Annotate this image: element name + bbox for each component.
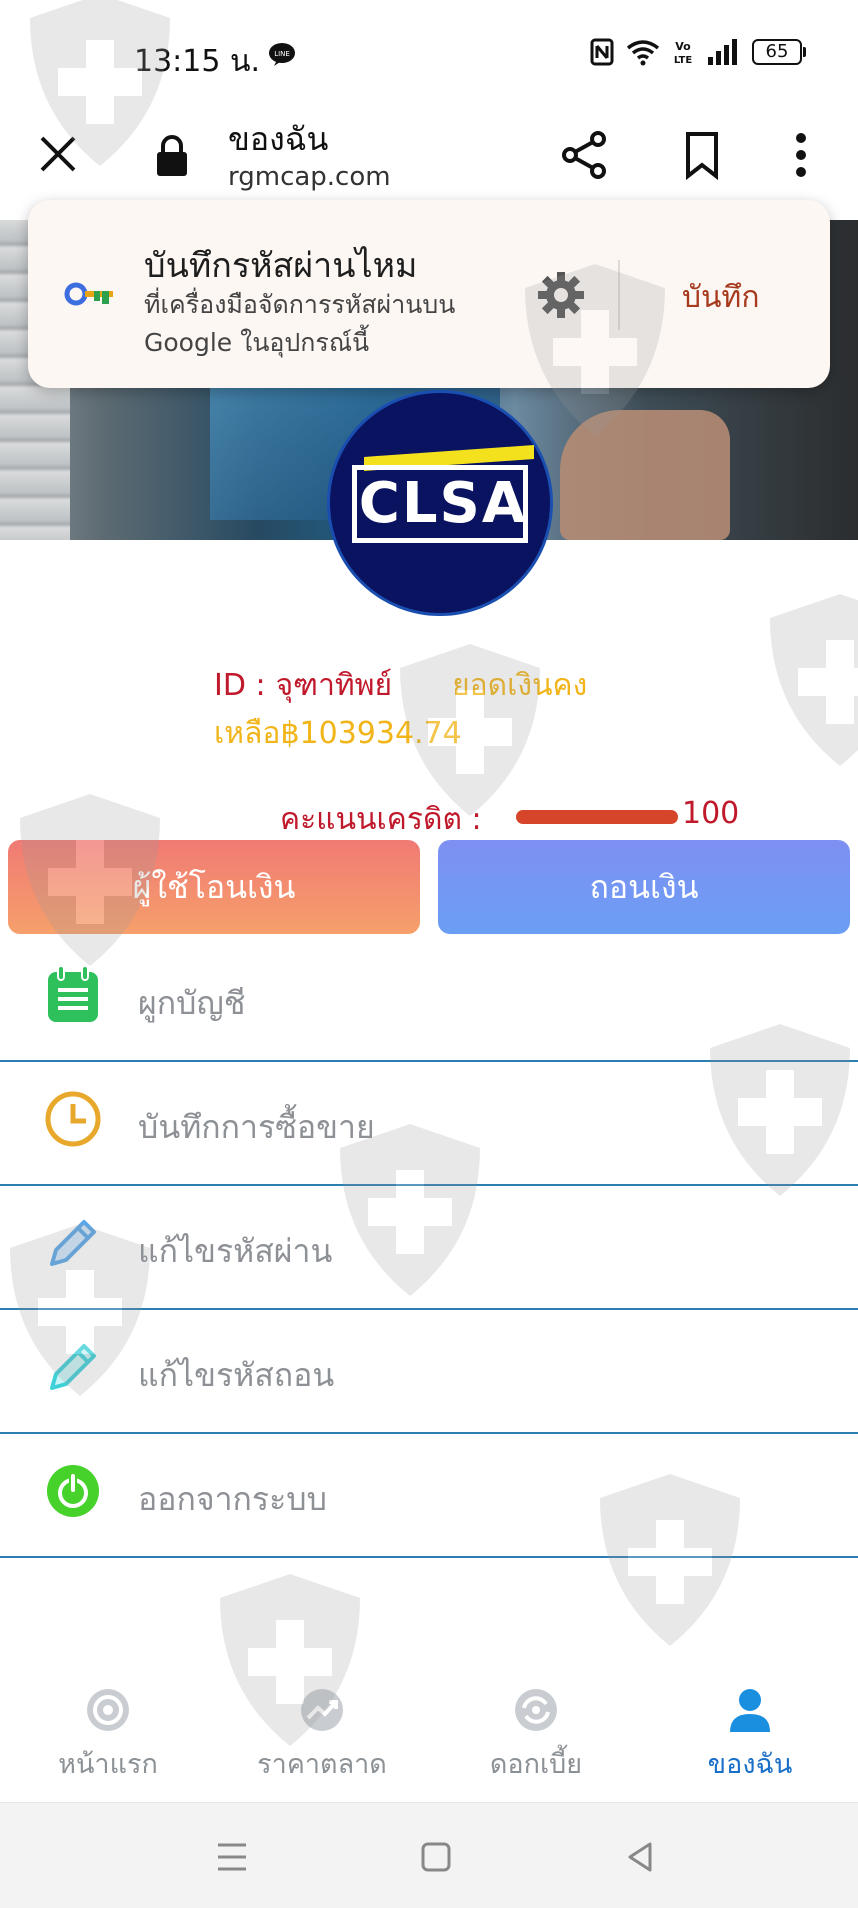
power-icon bbox=[47, 1465, 99, 1517]
logo-text: CLSA bbox=[358, 471, 528, 536]
menu-label: ออกจากระบบ bbox=[138, 1480, 327, 1518]
system-navigation-bar bbox=[0, 1802, 858, 1908]
line-app-icon: LINE bbox=[269, 43, 295, 66]
account-info: ID : จุฑาทิพย์ ยอดเงินคงเหลือ฿103934.74 bbox=[214, 662, 674, 758]
menu-label: ผูกบัญชี bbox=[138, 984, 246, 1022]
pencil-icon bbox=[50, 1344, 96, 1390]
save-password-description: ที่เครื่องมือจัดการรหัสผ่านบน Google ในอ… bbox=[144, 290, 456, 357]
gear-icon[interactable] bbox=[536, 270, 586, 320]
watermark-shield-icon bbox=[770, 594, 858, 766]
nfc-icon bbox=[590, 38, 614, 66]
page-url[interactable]: rgmcap.com bbox=[228, 162, 391, 192]
svg-text:LTE: LTE bbox=[674, 55, 693, 66]
clipboard-icon bbox=[48, 966, 98, 1022]
prompt-divider bbox=[618, 260, 620, 330]
menu-item-logout[interactable]: ออกจากระบบ bbox=[0, 1434, 858, 1558]
more-options-icon[interactable] bbox=[786, 130, 816, 180]
home-icon bbox=[87, 1689, 129, 1731]
svg-text:Vo: Vo bbox=[675, 40, 691, 53]
profile-icon bbox=[730, 1689, 770, 1732]
nav-label: ดอกเบี้ย bbox=[489, 1749, 583, 1780]
bookmark-icon[interactable] bbox=[680, 130, 724, 180]
nav-profile[interactable]: ของฉัน bbox=[660, 1686, 840, 1796]
nav-label: หน้าแรก bbox=[58, 1749, 158, 1780]
credit-score-label: คะแนนเครดิต : bbox=[280, 802, 482, 837]
nav-home[interactable]: หน้าแรก bbox=[18, 1686, 198, 1796]
balance-value: ฿103934.74 bbox=[280, 716, 462, 751]
menu-item-bind-account[interactable]: ผูกบัญชี bbox=[0, 938, 858, 1062]
battery-indicator: 65 bbox=[752, 39, 806, 65]
interest-icon bbox=[515, 1689, 557, 1731]
bottom-navigation: หน้าแรก ราคาตลาด ดอกเบี้ย ของฉัน bbox=[0, 1672, 858, 1802]
status-time: 13:15 น. bbox=[134, 44, 261, 79]
volte-icon: Vo LTE bbox=[674, 40, 693, 66]
credit-score-value: 100 bbox=[682, 796, 740, 831]
account-menu: ผูกบัญชี บันทึกการซื้อขาย แก้ไขรหัสผ่าน … bbox=[0, 938, 858, 1558]
clsa-logo: CLSA bbox=[327, 390, 553, 616]
wifi-icon bbox=[626, 40, 660, 66]
nav-label: ของฉัน bbox=[707, 1749, 793, 1780]
svg-text:LINE: LINE bbox=[274, 50, 290, 58]
menu-icon[interactable] bbox=[212, 1837, 252, 1877]
back-icon[interactable] bbox=[620, 1837, 660, 1877]
home-square-icon[interactable] bbox=[416, 1837, 456, 1877]
status-bar: 13:15 น. LINE Vo LTE 65 bbox=[0, 0, 858, 110]
credit-score-bar bbox=[516, 810, 678, 824]
password-key-icon bbox=[64, 282, 113, 306]
withdraw-button[interactable]: ถอนเงิน bbox=[438, 840, 850, 934]
page-title: ของฉัน bbox=[228, 120, 329, 158]
market-icon bbox=[301, 1689, 343, 1731]
id-label: ID : bbox=[214, 668, 266, 703]
save-password-button[interactable]: บันทึก bbox=[682, 274, 760, 321]
save-password-title: บันทึกรหัสผ่านไหม bbox=[144, 246, 418, 286]
menu-item-change-withdraw-password[interactable]: แก้ไขรหัสถอน bbox=[0, 1310, 858, 1434]
pencil-icon bbox=[50, 1220, 96, 1266]
close-icon[interactable] bbox=[36, 132, 80, 176]
nav-market[interactable]: ราคาตลาด bbox=[232, 1686, 412, 1796]
nav-label: ราคาตลาด bbox=[257, 1749, 387, 1780]
share-icon[interactable] bbox=[560, 130, 610, 180]
nav-interest[interactable]: ดอกเบี้ย bbox=[446, 1686, 626, 1796]
signal-icon bbox=[708, 39, 737, 65]
save-password-prompt: บันทึกรหัสผ่านไหม ที่เครื่องมือจัดการรหั… bbox=[28, 200, 830, 388]
status-icons: Vo LTE 65 bbox=[590, 38, 806, 66]
menu-label: บันทึกการซื้อขาย bbox=[138, 1108, 375, 1146]
menu-item-change-password[interactable]: แก้ไขรหัสผ่าน bbox=[0, 1186, 858, 1310]
menu-item-trade-history[interactable]: บันทึกการซื้อขาย bbox=[0, 1062, 858, 1186]
account-name: จุฑาทิพย์ bbox=[275, 668, 393, 703]
lock-icon[interactable] bbox=[154, 134, 190, 178]
menu-label: แก้ไขรหัสผ่าน bbox=[138, 1232, 333, 1270]
clock-icon bbox=[45, 1091, 101, 1147]
transfer-button[interactable]: ผู้ใช้โอนเงิน bbox=[8, 840, 420, 934]
menu-label: แก้ไขรหัสถอน bbox=[138, 1356, 335, 1394]
